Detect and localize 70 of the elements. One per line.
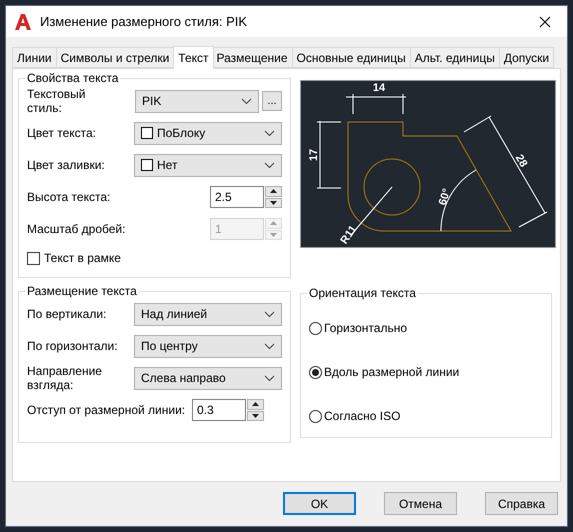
chevron-down-icon <box>264 374 275 382</box>
color-swatch-icon <box>141 159 153 171</box>
group-title: Ориентация текста <box>308 286 417 300</box>
dimension-label: 14 <box>372 82 386 94</box>
dialog-button[interactable]: Отмена <box>384 492 457 515</box>
tab[interactable]: Альт. единицы <box>410 47 500 68</box>
group-title: Свойства текста <box>26 71 120 85</box>
down-arrow-icon <box>270 200 277 205</box>
radio-label: Вдоль размерной линии <box>324 364 460 381</box>
tab[interactable]: Допуски <box>500 47 554 68</box>
tab[interactable]: Основные единицы <box>292 47 411 68</box>
dropdown-value: Над линией <box>141 306 208 323</box>
field-label: Направление взгляда: <box>27 364 103 392</box>
field-label: Цвет заливки: <box>27 158 105 172</box>
browse-button[interactable]: ... <box>262 91 282 111</box>
dropdown[interactable]: PIK <box>135 90 259 112</box>
spin-up-button[interactable] <box>247 399 264 410</box>
tab[interactable]: Текст <box>173 46 214 69</box>
spin-down-button[interactable] <box>265 198 282 208</box>
dialog-button[interactable]: OK <box>283 492 356 515</box>
number-field[interactable]: 2.5 <box>210 186 264 208</box>
field-label: Цвет текста: <box>27 126 96 140</box>
dialog-button[interactable]: Справка <box>485 492 558 515</box>
dropdown[interactable]: Над линией <box>134 302 282 326</box>
dimension-label: 28 <box>512 152 530 170</box>
close-icon <box>539 16 551 28</box>
radio-button[interactable] <box>309 366 322 378</box>
down-arrow-icon <box>252 414 259 418</box>
radio-button[interactable] <box>309 410 322 422</box>
chevron-down-icon <box>264 342 275 350</box>
radio-label: Горизонтально <box>324 320 408 337</box>
down-arrow-icon <box>270 232 277 237</box>
dropdown[interactable]: Слева направо <box>134 366 282 390</box>
number-field[interactable]: 0.3 <box>192 399 246 421</box>
color-swatch-icon <box>141 127 153 139</box>
tab[interactable]: Линии <box>12 47 57 68</box>
dropdown-value: По центру <box>141 338 199 355</box>
dimension-label: 17 <box>308 148 320 162</box>
spin-down-button[interactable] <box>247 410 264 421</box>
field-label: По вертикали: <box>27 307 108 321</box>
dropdown[interactable]: Нет <box>134 154 282 176</box>
field-label: Текстовый стиль: <box>27 87 86 115</box>
field-label: По горизонтали: <box>27 339 119 353</box>
dropdown[interactable]: По центру <box>134 334 282 358</box>
dimension-label: 60° <box>436 187 454 207</box>
chevron-down-icon <box>264 310 275 318</box>
checkbox[interactable] <box>27 252 40 264</box>
dropdown-value: PIK <box>142 93 162 110</box>
window-title: Изменение размерного стиля: PIK <box>40 12 248 31</box>
chevron-down-icon <box>241 98 252 104</box>
app-logo-icon <box>14 12 32 30</box>
field-label: Масштаб дробей: <box>27 222 126 236</box>
radio-label: Согласно ISO <box>324 408 400 425</box>
dropdown-value: ПоБлоку <box>157 125 206 142</box>
field-label: Высота текста: <box>27 190 110 204</box>
chevron-down-icon <box>264 162 275 168</box>
checkbox-label: Текст в рамке <box>44 250 121 267</box>
group-title: Размещение текста <box>26 284 138 298</box>
tab[interactable]: Символы и стрелки <box>56 47 174 68</box>
dropdown[interactable]: ПоБлоку <box>134 122 282 144</box>
up-arrow-icon <box>270 189 277 194</box>
chevron-down-icon <box>264 130 275 136</box>
dropdown-value: Нет <box>157 157 178 174</box>
tab[interactable]: Размещение <box>212 47 293 68</box>
radio-button[interactable] <box>309 322 322 334</box>
up-arrow-icon <box>252 402 259 406</box>
up-arrow-icon <box>270 221 277 226</box>
spin-up-button[interactable] <box>265 186 282 196</box>
field-label: Отступ от размерной линии: <box>27 403 186 417</box>
dropdown-value: Слева направо <box>141 370 227 387</box>
